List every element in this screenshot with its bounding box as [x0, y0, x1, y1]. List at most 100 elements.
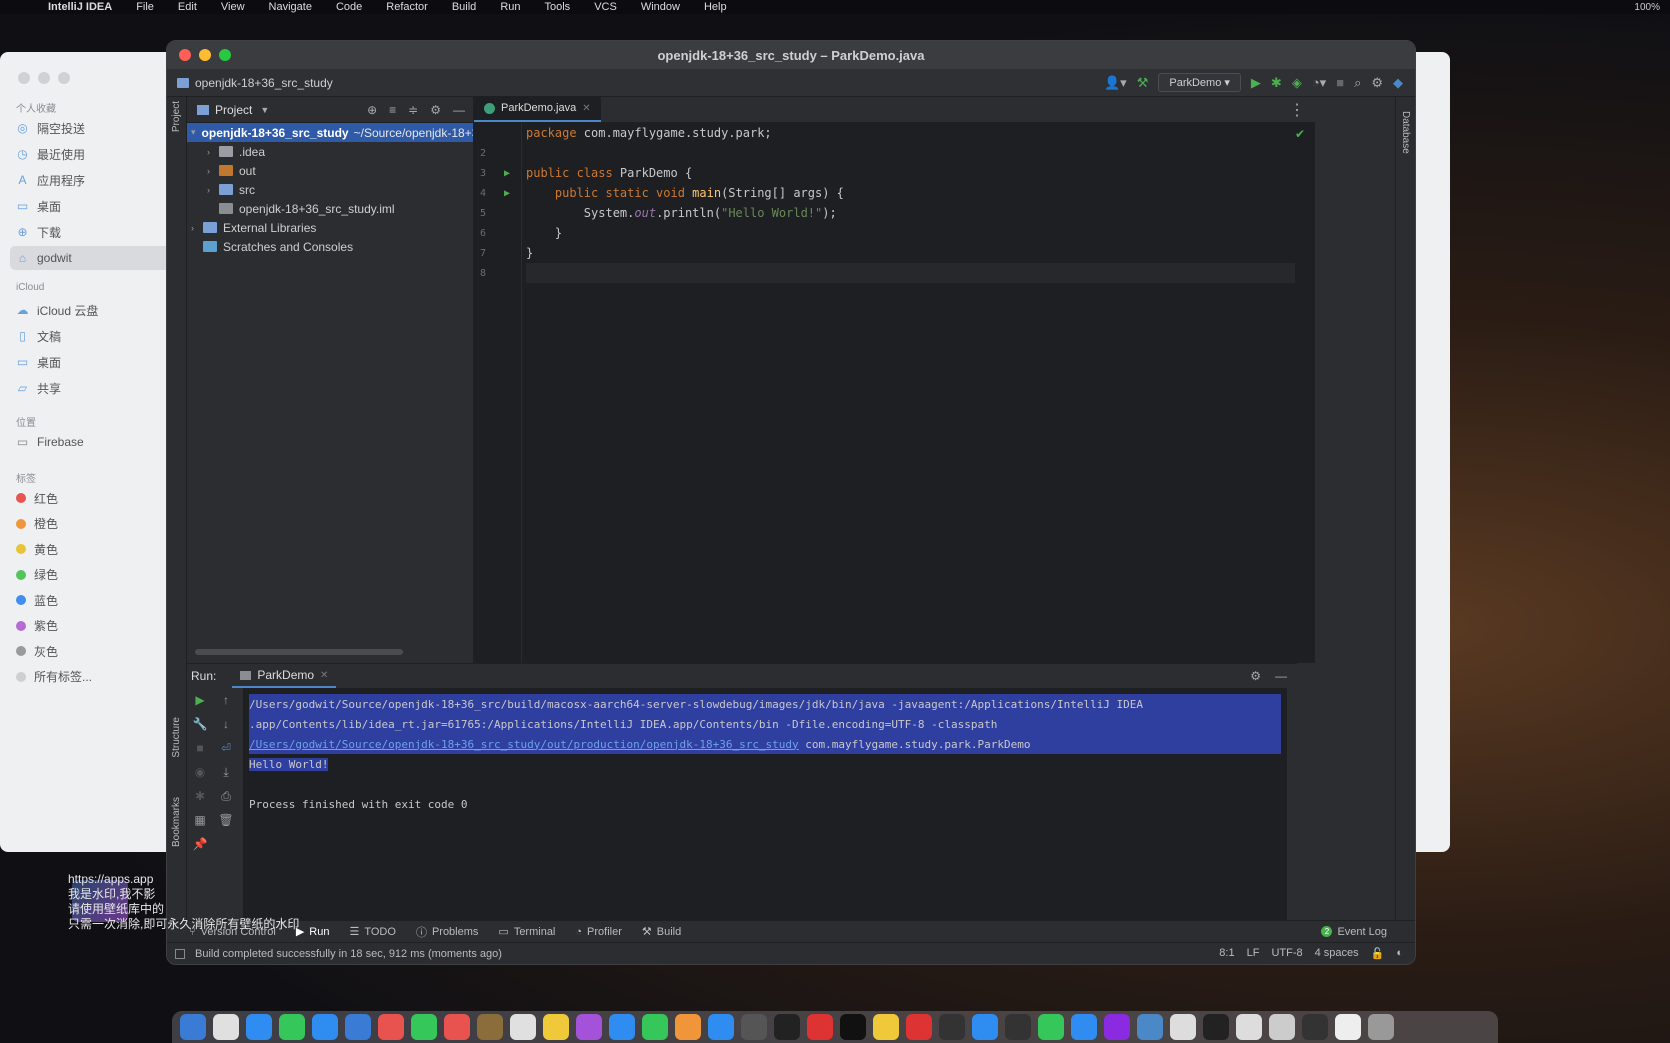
- code-line[interactable]: public static void main (String[] args) {: [526, 183, 1295, 203]
- menu-app-name[interactable]: IntelliJ IDEA: [48, 1, 112, 13]
- code-line[interactable]: System. out .println("Hello World!");: [526, 203, 1295, 223]
- dock-app-icon[interactable]: [1302, 1014, 1328, 1040]
- finder-tag-item[interactable]: 蓝色: [16, 588, 166, 612]
- expand-arrow-icon[interactable]: ›: [191, 223, 203, 233]
- dock-app-icon[interactable]: [609, 1014, 635, 1040]
- rerun-icon[interactable]: ▶: [195, 693, 204, 707]
- code-line[interactable]: }: [526, 243, 1295, 263]
- close-run-tab-icon[interactable]: ✕: [320, 670, 328, 681]
- menu-file[interactable]: File: [136, 1, 154, 13]
- plugin-icon[interactable]: ◆: [1393, 75, 1403, 91]
- hide-icon[interactable]: —: [453, 103, 465, 117]
- project-tool-tab[interactable]: Project: [171, 101, 182, 132]
- gear-icon[interactable]: ⚙: [1371, 75, 1383, 91]
- lock-icon[interactable]: 🔓: [1371, 947, 1385, 960]
- stop-run-icon[interactable]: ■: [196, 741, 203, 755]
- dock-app-icon[interactable]: [246, 1014, 272, 1040]
- classpath-link[interactable]: /Users/godwit/Source/openjdk-18+36_src_s…: [249, 738, 799, 751]
- breadcrumb-project[interactable]: openjdk-18+36_src_study: [195, 76, 333, 90]
- expand-arrow-icon[interactable]: ›: [207, 185, 219, 195]
- horizontal-scrollbar[interactable]: [195, 649, 403, 655]
- expand-arrow-icon[interactable]: ›: [207, 166, 219, 176]
- dock-app-icon[interactable]: [477, 1014, 503, 1040]
- expand-arrow-icon[interactable]: ▾: [191, 127, 196, 138]
- tree-item[interactable]: › out: [187, 161, 473, 180]
- tab-todo[interactable]: ☰ TODO: [349, 925, 395, 939]
- finder-item-icloud-drive[interactable]: ☁ iCloud 云盘: [16, 298, 166, 322]
- menu-refactor[interactable]: Refactor: [386, 1, 428, 13]
- tree-item[interactable]: ▾ openjdk-18+36_src_study ~/Source/openjdk…: [187, 123, 543, 142]
- code-line[interactable]: [526, 143, 1295, 163]
- dock-app-icon[interactable]: [345, 1014, 371, 1040]
- print-icon[interactable]: ⎙: [221, 789, 231, 804]
- console-line[interactable]: [249, 774, 1281, 794]
- finder-tag-item[interactable]: 绿色: [16, 563, 166, 587]
- debug-dump-icon[interactable]: ✱: [195, 789, 205, 803]
- dock-app-icon[interactable]: [279, 1014, 305, 1040]
- gutter-run-icon[interactable]: ▶: [504, 188, 510, 199]
- finder-tag-item[interactable]: 黄色: [16, 537, 166, 561]
- dock-app-icon[interactable]: [774, 1014, 800, 1040]
- hide-panel-icon[interactable]: —: [1275, 669, 1287, 683]
- project-view-select[interactable]: Project: [215, 103, 252, 117]
- tab-parkdemo-java[interactable]: ParkDemo.java ✕: [474, 96, 601, 122]
- code-line[interactable]: package com.mayflygame.study.park;: [526, 123, 1295, 143]
- tab-run[interactable]: ▶ Run: [296, 925, 330, 939]
- indent-setting[interactable]: 4 spaces: [1315, 947, 1359, 960]
- finder-tag-item[interactable]: 紫色: [16, 614, 166, 638]
- scroll-up-icon[interactable]: ↑: [223, 693, 229, 707]
- dock-app-icon[interactable]: [1203, 1014, 1229, 1040]
- dock-app-icon[interactable]: [1104, 1014, 1130, 1040]
- menu-tools[interactable]: Tools: [545, 1, 571, 13]
- finder-item-documents[interactable]: ▯ 文稿: [16, 324, 166, 348]
- finder-tag-item[interactable]: 红色: [16, 486, 166, 510]
- console-line[interactable]: .app/Contents/lib/idea_rt.jar=61765:/App…: [249, 714, 1281, 734]
- scroll-down-icon[interactable]: ↓: [223, 717, 229, 731]
- database-tool-tab[interactable]: Database: [1400, 111, 1411, 154]
- code-editor[interactable]: package com.mayflygame.study.park; public…: [526, 123, 1295, 283]
- finder-item-desktop[interactable]: ▭ 桌面: [16, 194, 166, 218]
- dock-app-icon[interactable]: [939, 1014, 965, 1040]
- gutter-run-icon[interactable]: ▶: [504, 168, 510, 179]
- gear-icon[interactable]: ⚙: [1250, 669, 1261, 683]
- dock-app-icon[interactable]: [1071, 1014, 1097, 1040]
- finder-item-airdrop[interactable]: ◎ 隔空投送: [16, 116, 166, 140]
- dock-app-icon[interactable]: [411, 1014, 437, 1040]
- dock-app-icon[interactable]: [1170, 1014, 1196, 1040]
- console-output[interactable]: /Users/godwit/Source/openjdk-18+36_src/b…: [243, 688, 1287, 921]
- finder-item-home[interactable]: ⌂ godwit: [10, 246, 170, 270]
- breadcrumb[interactable]: openjdk-18+36_src_study: [177, 76, 333, 90]
- dock-app-icon[interactable]: [180, 1014, 206, 1040]
- dock-app-icon[interactable]: [1236, 1014, 1262, 1040]
- finder-item-shared[interactable]: ▱ 共享: [16, 376, 166, 400]
- expand-all-icon[interactable]: ≡: [389, 103, 396, 117]
- line-separator[interactable]: LF: [1247, 947, 1260, 960]
- console-line[interactable]: /Users/godwit/Source/openjdk-18+36_src/b…: [249, 694, 1281, 714]
- code-line[interactable]: [526, 263, 1295, 283]
- run-configuration-select[interactable]: ParkDemo ▾: [1158, 73, 1241, 92]
- console-line[interactable]: /Users/godwit/Source/openjdk-18+36_src_s…: [249, 734, 1281, 754]
- dock-app-icon[interactable]: [1005, 1014, 1031, 1040]
- dock-app-icon[interactable]: [213, 1014, 239, 1040]
- dock-app-icon[interactable]: [1335, 1014, 1361, 1040]
- finder-item-recents[interactable]: ◷ 最近使用: [16, 142, 166, 166]
- code-line[interactable]: public class ParkDemo {: [526, 163, 1295, 183]
- coverage-icon[interactable]: ◈: [1292, 75, 1302, 91]
- camera-icon[interactable]: ◉: [195, 765, 205, 779]
- event-log-button[interactable]: 2 Event Log: [1321, 926, 1415, 938]
- stop-icon[interactable]: ■: [1336, 75, 1344, 90]
- memory-indicator-icon[interactable]: ◐: [1396, 947, 1403, 960]
- tab-profiler[interactable]: ◔ Profiler: [575, 926, 622, 938]
- soft-wrap-icon[interactable]: ⏎: [221, 741, 231, 755]
- dock-app-icon[interactable]: [708, 1014, 734, 1040]
- scroll-to-end-icon[interactable]: ⤓: [223, 765, 228, 780]
- menu-run[interactable]: Run: [500, 1, 520, 13]
- dock-app-icon[interactable]: [1137, 1014, 1163, 1040]
- finder-item-applications[interactable]: A 应用程序: [16, 168, 166, 192]
- tab-problems[interactable]: ⓘ Problems: [416, 924, 478, 940]
- dock-app-icon[interactable]: [972, 1014, 998, 1040]
- finder-tag-item[interactable]: 灰色: [16, 639, 166, 663]
- tree-item[interactable]: › src: [187, 180, 473, 199]
- dock-app-icon[interactable]: [312, 1014, 338, 1040]
- user-icon[interactable]: 👤▾: [1104, 75, 1127, 91]
